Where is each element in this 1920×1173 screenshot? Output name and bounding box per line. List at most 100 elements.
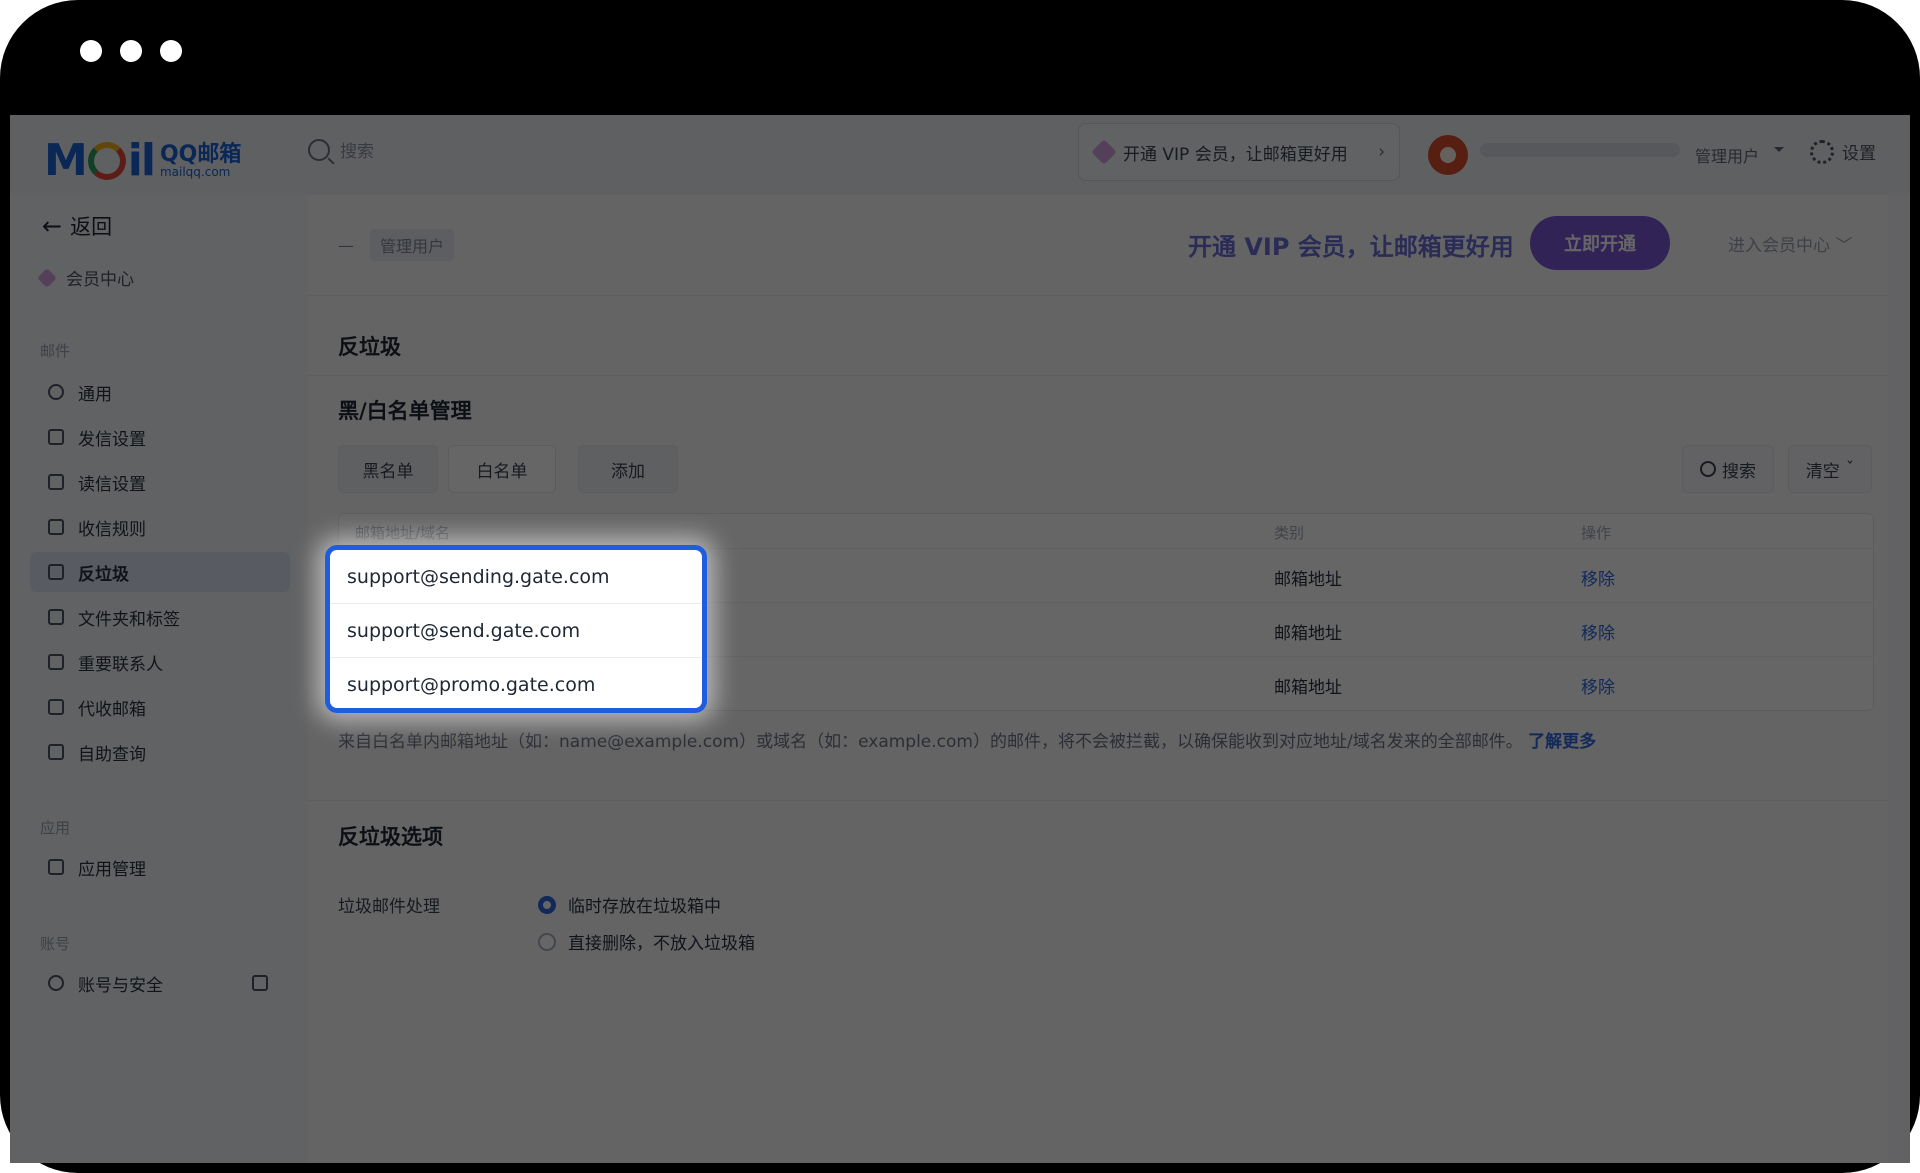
member-center-link[interactable]: 会员中心 [37, 265, 134, 290]
sidebar-item-app-management[interactable]: 应用管理 [30, 847, 290, 887]
type-cell: 邮箱地址 [1274, 678, 1342, 698]
radio-option-delete-directly[interactable]: 直接删除，不放入垃圾箱 [538, 929, 755, 954]
type-cell: 邮箱地址 [1274, 624, 1342, 644]
logo[interactable]: M il QQ邮箱 mailqq.com [44, 135, 241, 186]
mail-app: M il QQ邮箱 mailqq.com 搜索 开通 VIP 会员，让邮箱更好用… [10, 115, 1910, 1163]
dash-icon: — [338, 235, 354, 255]
breadcrumb-chip[interactable]: 管理用户 [370, 229, 455, 261]
gear-icon [1810, 139, 1834, 164]
settings-button[interactable]: 设置 [1810, 139, 1876, 164]
tab-blacklist[interactable]: 黑名单 [338, 445, 438, 493]
sidebar-item-read-settings[interactable]: 读信设置 [30, 462, 290, 502]
arrow-left-icon: ← [42, 212, 63, 240]
divider [308, 295, 1888, 296]
highlighted-address: support@promo.gate.com [347, 674, 596, 696]
window-dot-3[interactable] [160, 40, 182, 62]
section-label-apps: 应用 [40, 819, 71, 837]
back-button[interactable]: ← 返回 [42, 211, 112, 241]
sidebar-item-label: 重要联系人 [78, 654, 163, 675]
vip-pill-text: 开通 VIP 会员，让邮箱更好用 [1123, 144, 1348, 165]
radio-option-keep-in-trash[interactable]: 临时存放在垃圾箱中 [538, 892, 721, 917]
open-vip-button[interactable]: 立即开通 [1530, 216, 1670, 270]
sidebar-item-anti-spam[interactable]: 反垃圾 [30, 552, 290, 592]
type-cell: 邮箱地址 [1274, 570, 1342, 590]
sidebar-item-label: 自助查询 [78, 744, 146, 765]
page-title: 反垃圾 [338, 335, 401, 359]
window-dot-1[interactable] [80, 40, 102, 62]
folder-icon [48, 609, 64, 625]
sidebar-item-send-settings[interactable]: 发信设置 [30, 417, 290, 457]
back-label: 返回 [70, 215, 113, 239]
external-link-icon [252, 975, 268, 991]
bookmark-icon [48, 654, 64, 670]
sidebar-item-account-security[interactable]: 账号与安全 [30, 963, 290, 1003]
avatar[interactable] [1428, 135, 1468, 175]
search-icon [1700, 461, 1716, 477]
logo-qq: QQ邮箱 [159, 141, 242, 167]
sidebar-item-label: 收信规则 [78, 519, 146, 540]
sidebar-item-proxy-mailbox[interactable]: 代收邮箱 [30, 687, 290, 727]
sidebar-item-label: 文件夹和标签 [78, 609, 180, 630]
radio-label: 直接删除，不放入垃圾箱 [568, 934, 755, 954]
vip-pill[interactable]: 开通 VIP 会员，让邮箱更好用 › [1078, 123, 1400, 181]
radio-selected[interactable] [538, 895, 556, 914]
hint-text: 来自白名单内邮箱地址（如：name@example.com）或域名（如：exam… [338, 732, 1523, 752]
topbar: M il QQ邮箱 mailqq.com 搜索 开通 VIP 会员，让邮箱更好用… [10, 115, 1910, 195]
logo-side: QQ邮箱 mailqq.com [159, 141, 242, 178]
whitelist-hint: 来自白名单内邮箱地址（如：name@example.com）或域名（如：exam… [338, 727, 1596, 752]
divider [308, 375, 1888, 376]
divider [308, 800, 1888, 801]
column-header-type: 类别 [1274, 524, 1305, 542]
sidebar-item-general[interactable]: 通用 [30, 372, 290, 412]
search-button[interactable]: 搜索 [1682, 445, 1774, 493]
sidebar-item-label: 发信设置 [78, 429, 146, 450]
options-section-title: 反垃圾选项 [338, 825, 443, 849]
sidebar-item-label: 账号与安全 [78, 975, 163, 996]
highlighted-address-list: support@sending.gate.com support@send.ga… [325, 545, 707, 713]
logo-text: M [44, 135, 88, 186]
window-dot-2[interactable] [120, 40, 142, 62]
logo-mark-icon [87, 141, 126, 180]
radio-label: 临时存放在垃圾箱中 [568, 897, 721, 917]
search-button-label: 搜索 [1722, 461, 1756, 482]
radio-unselected[interactable] [538, 932, 556, 951]
remove-link[interactable]: 移除 [1581, 565, 1615, 590]
clear-button[interactable]: 清空 ˇ [1788, 445, 1872, 493]
sidebar-item-self-query[interactable]: 自助查询 [30, 732, 290, 772]
sidebar-item-important-contacts[interactable]: 重要联系人 [30, 642, 290, 682]
member-center-label: 会员中心 [66, 270, 134, 290]
envelope-icon [48, 519, 64, 535]
sidebar-item-folders-tags[interactable]: 文件夹和标签 [30, 597, 290, 637]
breadcrumb: — 管理用户 [338, 229, 455, 261]
settings-label: 设置 [1842, 144, 1876, 164]
send-icon [48, 429, 64, 445]
search-box[interactable]: 搜索 [308, 137, 374, 162]
list-section-title: 黑/白名单管理 [338, 399, 472, 423]
admin-label[interactable]: 管理用户 [1695, 143, 1759, 167]
add-button[interactable]: 添加 [578, 445, 678, 493]
sidebar-item-label: 通用 [78, 384, 112, 405]
sidebar-item-receive-rules[interactable]: 收信规则 [30, 507, 290, 547]
column-header-action: 操作 [1581, 524, 1612, 542]
remove-link[interactable]: 移除 [1581, 619, 1615, 644]
grid-icon [48, 859, 64, 875]
tab-whitelist[interactable]: 白名单 [448, 445, 556, 493]
section-label-account: 账号 [40, 935, 71, 953]
vip-center-link[interactable]: 进入会员中心 ﹀ [1728, 231, 1852, 256]
window-controls [80, 40, 182, 62]
mailbox-icon [48, 699, 64, 715]
sidebar-item-label: 反垃圾 [78, 564, 129, 585]
vip-promo-text: 开通 VIP 会员，让邮箱更好用 [1188, 233, 1514, 261]
diamond-icon [1091, 139, 1117, 165]
section-label-mail: 邮件 [40, 342, 71, 360]
highlighted-address: support@sending.gate.com [330, 550, 702, 604]
read-icon [48, 474, 64, 490]
spam-handling-label: 垃圾邮件处理 [338, 897, 440, 917]
column-header-address: 邮箱地址/域名 [355, 524, 451, 542]
caret-down-icon[interactable] [1774, 147, 1784, 157]
clear-button-label: 清空 [1805, 461, 1840, 482]
remove-link[interactable]: 移除 [1581, 673, 1615, 698]
sidebar-item-label: 读信设置 [78, 474, 146, 495]
sidebar-item-label: 代收邮箱 [78, 699, 146, 720]
learn-more-link[interactable]: 了解更多 [1528, 732, 1596, 752]
